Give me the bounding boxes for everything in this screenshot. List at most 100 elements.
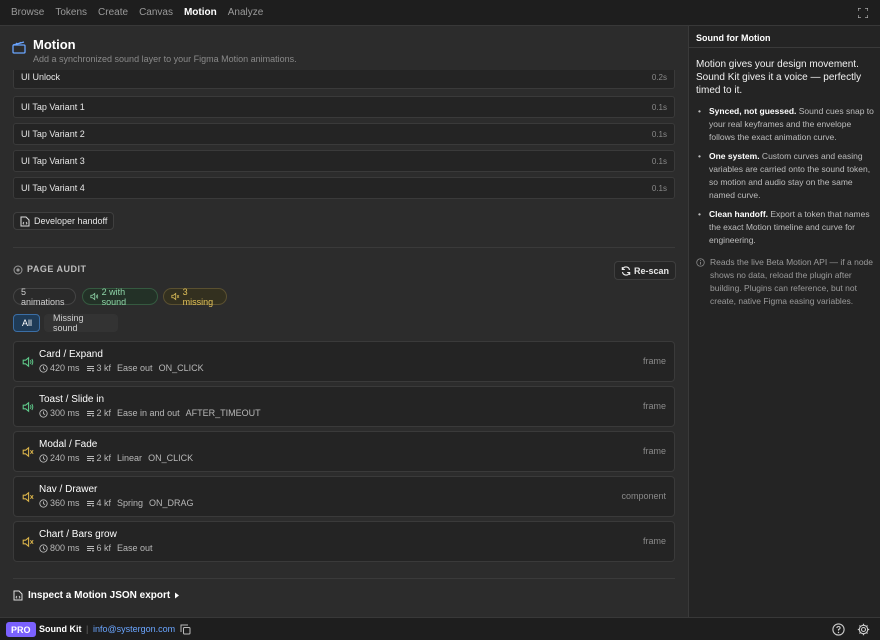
- animation-name: Nav / Drawer: [39, 484, 98, 495]
- rescan-button[interactable]: Re-scan: [614, 261, 677, 280]
- animation-keyframes: 2 kf: [96, 408, 112, 418]
- page-title: Motion: [33, 37, 76, 52]
- tab-motion[interactable]: Motion: [184, 7, 217, 18]
- bullet-clean-handoff: Clean handoff. Export a token that names…: [696, 208, 876, 247]
- main-panel: Motion Add a synchronized sound layer to…: [0, 26, 688, 617]
- bullet-synced: Synced, not guessed. Sound cues snap to …: [696, 105, 876, 144]
- audit-card[interactable]: Nav / Drawer 360 ms 4 kf Spring ON_DRAG compo…: [13, 476, 675, 517]
- token-duration: 0.1s: [651, 130, 667, 139]
- keyframes-icon: [86, 410, 94, 417]
- expand-icon[interactable]: [858, 8, 868, 18]
- chip-with-sound: 2 with sound: [82, 286, 158, 307]
- clock-icon: [39, 408, 48, 418]
- animation-meta: 420 ms 3 kf Ease out ON_CLICK: [39, 363, 210, 373]
- speaker-on-icon: [90, 292, 99, 301]
- token-duration: 0.1s: [651, 157, 667, 166]
- token-row-tap-4[interactable]: UI Tap Variant 4 0.1s: [13, 177, 675, 199]
- animation-keyframes: 2 kf: [96, 453, 112, 463]
- animation-duration: 420 ms: [50, 363, 80, 373]
- speaker-on-icon: [22, 401, 34, 413]
- clock-icon: [39, 453, 48, 463]
- tab-canvas[interactable]: Canvas: [139, 7, 173, 18]
- node-kind: frame: [642, 536, 666, 546]
- page-header: Motion Add a synchronized sound layer to…: [0, 26, 688, 76]
- token-row-tap-2[interactable]: UI Tap Variant 2 0.1s: [13, 123, 675, 145]
- clock-icon: [39, 498, 48, 508]
- token-name: UI Unlock: [21, 72, 61, 82]
- animation-duration: 800 ms: [50, 543, 80, 553]
- animation-trigger: ON_CLICK: [158, 363, 204, 373]
- tab-browse[interactable]: Browse: [11, 7, 44, 18]
- separator: |: [86, 624, 89, 634]
- animation-name: Modal / Fade: [39, 439, 98, 450]
- inspect-json-link[interactable]: Inspect a Motion JSON export: [13, 590, 180, 601]
- animation-trigger: AFTER_TIMEOUT: [185, 408, 261, 418]
- speaker-muted-icon: [22, 536, 34, 548]
- token-name: UI Tap Variant 2: [21, 129, 85, 139]
- audit-card[interactable]: Toast / Slide in 300 ms 2 kf Ease in and ou…: [13, 386, 675, 427]
- animation-keyframes: 6 kf: [96, 543, 112, 553]
- developer-handoff-button[interactable]: Developer handoff: [13, 212, 115, 230]
- filter-all[interactable]: All: [13, 314, 40, 332]
- side-note-text: Reads the live Beta Motion API — if a no…: [710, 257, 874, 306]
- animation-easing: Ease in and out: [117, 408, 180, 418]
- animation-duration: 300 ms: [50, 408, 80, 418]
- chip-with-sound-label: 2 with sound: [101, 286, 127, 307]
- bottom-bar: PRO Sound Kit | info@systergon.com: [0, 617, 880, 640]
- gear-icon[interactable]: [857, 623, 870, 636]
- node-kind: frame: [642, 401, 666, 411]
- animation-name: Card / Expand: [39, 349, 103, 360]
- audit-card[interactable]: Chart / Bars grow 800 ms 6 kf Ease out frame: [13, 521, 675, 562]
- chip-missing-label: 3 missing: [182, 286, 214, 307]
- file-json-icon: [13, 590, 23, 601]
- speaker-on-icon: [22, 356, 34, 368]
- animation-easing: Ease out: [117, 543, 153, 553]
- animation-meta: 800 ms 6 kf Ease out: [39, 543, 165, 553]
- keyframes-icon: [86, 455, 94, 462]
- side-panel: Sound for Motion Motion gives your desig…: [688, 26, 880, 617]
- chip-total-label: 5 animations: [21, 286, 65, 307]
- tab-tokens[interactable]: Tokens: [55, 7, 87, 18]
- page-audit-title: PAGE AUDIT: [27, 264, 87, 274]
- bullet-bold: Clean handoff.: [709, 209, 769, 219]
- animation-name: Toast / Slide in: [39, 394, 105, 405]
- filter-missing-label: Missing sound: [53, 313, 84, 333]
- tab-analyze[interactable]: Analyze: [228, 7, 264, 18]
- audit-card[interactable]: Modal / Fade 240 ms 2 kf Linear ON_CLICK fram…: [13, 431, 675, 472]
- bullet-bold: One system.: [709, 151, 760, 161]
- page-subtitle: Add a synchronized sound layer to your F…: [33, 54, 297, 64]
- help-icon[interactable]: [832, 623, 845, 636]
- clock-icon: [39, 363, 48, 373]
- token-name: UI Tap Variant 1: [21, 102, 85, 112]
- chip-missing: 3 missing: [163, 286, 227, 307]
- token-duration: 0.2s: [651, 73, 667, 82]
- tab-create[interactable]: Create: [98, 7, 128, 18]
- token-row-ui-unlock[interactable]: UI Unlock 0.2s: [13, 70, 675, 89]
- animation-easing: Ease out: [117, 363, 153, 373]
- token-duration: 0.1s: [651, 103, 667, 112]
- animation-trigger: ON_DRAG: [149, 498, 194, 508]
- clock-icon: [39, 543, 48, 553]
- refresh-icon: [621, 265, 631, 276]
- speaker-muted-icon: [22, 491, 34, 503]
- animation-easing: Spring: [117, 498, 144, 508]
- divider: [689, 47, 880, 48]
- email-link[interactable]: info@systergon.com: [93, 624, 175, 634]
- token-row-tap-1[interactable]: UI Tap Variant 1 0.1s: [13, 96, 675, 118]
- side-heading: Sound for Motion: [696, 33, 771, 43]
- animation-name: Chart / Bars grow: [39, 529, 117, 540]
- animation-trigger: ON_CLICK: [148, 453, 194, 463]
- divider: [13, 578, 675, 579]
- node-kind: frame: [642, 356, 666, 366]
- filter-all-label: All: [22, 318, 33, 328]
- side-note: Reads the live Beta Motion API — if a no…: [696, 256, 876, 308]
- audit-card[interactable]: Card / Expand 420 ms 3 kf Ease out ON_CLICK f…: [13, 341, 675, 382]
- chip-total-animations: 5 animations: [13, 286, 76, 307]
- caret-right-icon: [175, 592, 180, 599]
- token-row-tap-3[interactable]: UI Tap Variant 3 0.1s: [13, 150, 675, 172]
- copy-icon[interactable]: [180, 624, 191, 635]
- bullet-bold: Synced, not guessed.: [709, 106, 797, 116]
- side-bullets: Synced, not guessed. Sound cues snap to …: [696, 105, 876, 253]
- token-duration: 0.1s: [651, 184, 667, 193]
- filter-missing-sound[interactable]: Missing sound: [44, 313, 118, 333]
